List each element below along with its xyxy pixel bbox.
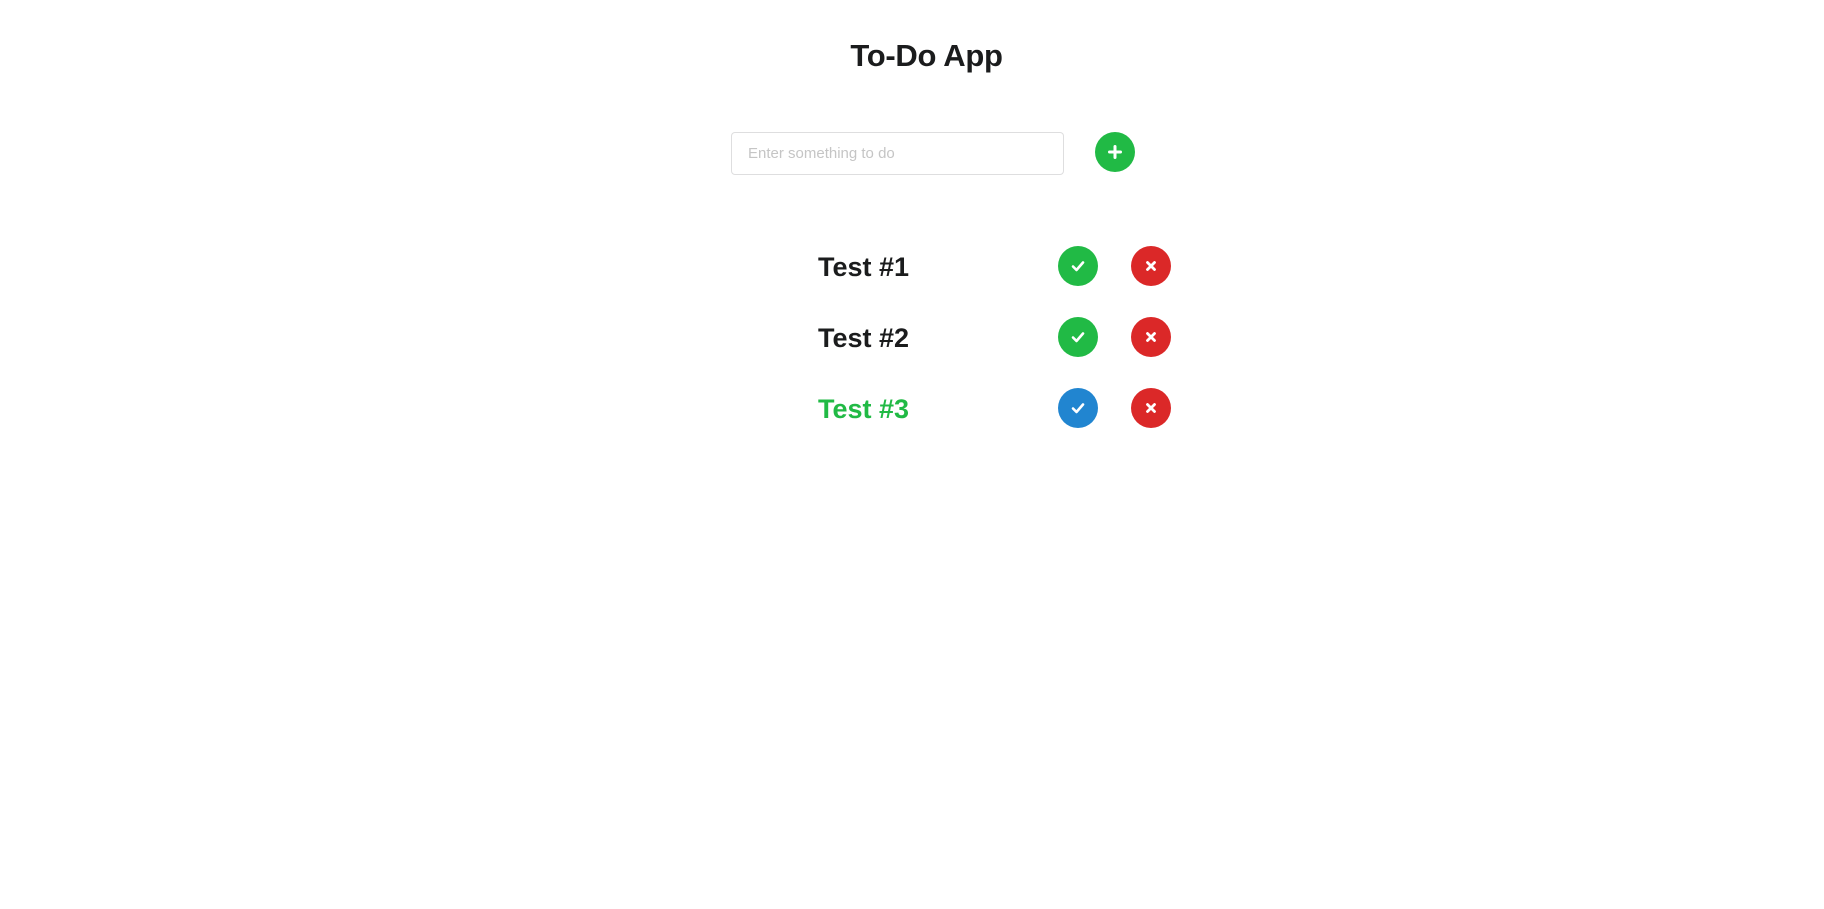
todo-text: Test #2 [818,323,910,353]
complete-todo-button[interactable] [1058,388,1098,428]
complete-todo-button[interactable] [1058,246,1098,286]
todo-item: Test #1 [0,246,1824,290]
check-icon [1071,403,1085,414]
todo-list: Test #1 Test #2 Test #3 [0,0,1824,909]
check-icon [1071,261,1085,272]
delete-todo-button[interactable] [1131,388,1171,428]
times-icon [1146,332,1156,342]
todo-item: Test #3 [0,388,1824,432]
delete-todo-button[interactable] [1131,246,1171,286]
delete-todo-button[interactable] [1131,317,1171,357]
todo-text: Test #3 [818,394,910,424]
check-icon [1071,332,1085,343]
times-icon [1146,261,1156,271]
todo-item: Test #2 [0,317,1824,361]
times-icon [1146,403,1156,413]
todo-text: Test #1 [818,252,910,282]
complete-todo-button[interactable] [1058,317,1098,357]
